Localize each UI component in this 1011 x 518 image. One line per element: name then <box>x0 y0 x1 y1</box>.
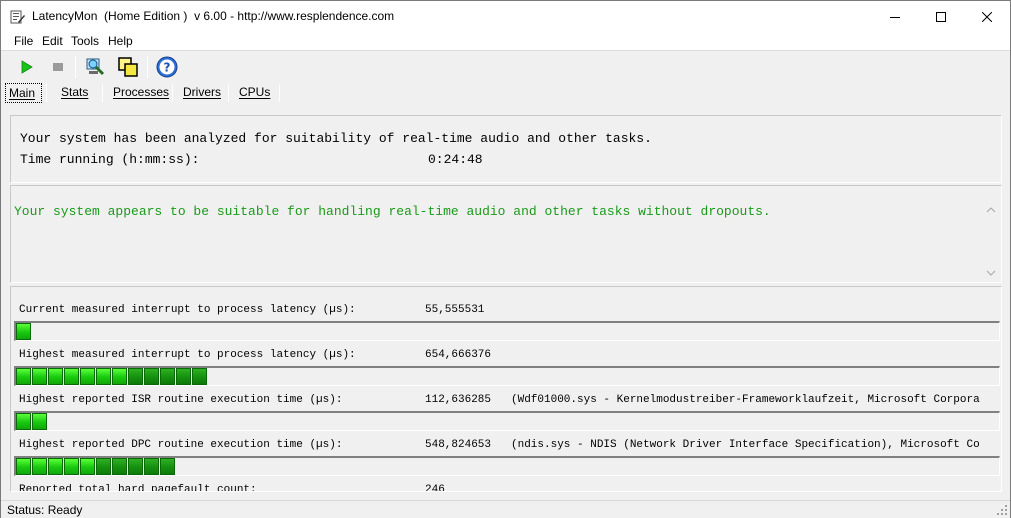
bar-fill <box>16 323 32 340</box>
stop-icon <box>53 63 63 71</box>
status-text: Status: Ready <box>7 503 83 517</box>
time-running-value: 0:24:48 <box>428 152 483 167</box>
bar-segment <box>16 458 31 475</box>
bar-segment <box>64 368 79 385</box>
verdict-text: Your system appears to be suitable for h… <box>14 204 771 219</box>
close-button[interactable] <box>964 1 1010 32</box>
close-icon <box>982 11 992 22</box>
metric-value: 654,666376 <box>425 349 492 361</box>
menu-help[interactable]: Help <box>108 34 133 48</box>
scroll-down-icon[interactable] <box>986 268 996 278</box>
summary-line: Your system has been analyzed for suitab… <box>20 131 652 146</box>
stop-button[interactable] <box>46 55 70 79</box>
resize-grip-icon[interactable] <box>996 504 1008 516</box>
metric-label: Current measured interrupt to process la… <box>19 304 356 316</box>
help-icon: ? <box>156 56 178 78</box>
bar-segment <box>32 413 47 430</box>
tab-stats[interactable]: Stats <box>61 83 88 103</box>
bar-segment <box>48 458 63 475</box>
metric-detail: (Wdf01000.sys - Kernelmodustreiber-Frame… <box>511 394 980 406</box>
isr-bar <box>14 411 1000 431</box>
metric-value: 548,824653 <box>425 439 492 451</box>
menu-tools[interactable]: Tools <box>71 34 99 48</box>
bar-segment <box>144 368 159 385</box>
bar-segment <box>112 368 127 385</box>
verdict-panel: Your system appears to be suitable for h… <box>10 185 1002 283</box>
bar-segment <box>160 368 175 385</box>
bar-segment <box>16 368 31 385</box>
bar-fill <box>16 368 208 385</box>
help-button[interactable]: ? <box>155 55 179 79</box>
bar-fill <box>16 458 176 475</box>
bar-segment <box>128 458 143 475</box>
bar-segment <box>32 458 47 475</box>
metrics-panel: Current measured interrupt to process la… <box>10 286 1002 492</box>
bar-segment <box>80 458 95 475</box>
latency-bar-current <box>14 321 1000 341</box>
tab-cpus[interactable]: CPUs <box>239 83 270 103</box>
status-bar: Status: Ready <box>1 500 1010 518</box>
play-icon <box>21 60 33 74</box>
analyze-button[interactable] <box>83 55 107 79</box>
toolbar: ? <box>1 52 1010 82</box>
tab-strip: Main Stats Processes Drivers CPUs <box>1 82 1010 104</box>
app-window: LatencyMon (Home Edition ) v 6.00 - http… <box>0 0 1011 518</box>
tab-drivers[interactable]: Drivers <box>183 83 221 103</box>
minimize-button[interactable] <box>872 1 918 32</box>
metric-value: 55,555531 <box>425 304 485 316</box>
menu-file[interactable]: File <box>14 34 33 48</box>
latency-bar-highest <box>14 366 1000 386</box>
bar-segment <box>176 368 191 385</box>
maximize-button[interactable] <box>918 1 964 32</box>
window-title: LatencyMon (Home Edition ) v 6.00 - http… <box>32 9 395 23</box>
bar-segment <box>48 368 63 385</box>
analyze-icon <box>86 58 105 76</box>
dpc-bar <box>14 456 1000 476</box>
verdict-scrollbar[interactable] <box>983 187 1000 281</box>
metric-label: Highest measured interrupt to process la… <box>19 349 356 361</box>
start-button[interactable] <box>15 55 39 79</box>
windows-button[interactable] <box>116 55 140 79</box>
bar-segment <box>96 458 111 475</box>
bar-segment <box>144 458 159 475</box>
bar-segment <box>16 413 31 430</box>
windows-icon <box>118 57 138 77</box>
bar-segment <box>64 458 79 475</box>
tab-processes[interactable]: Processes <box>113 83 169 103</box>
time-running-label: Time running (h:mm:ss): <box>20 152 200 167</box>
title-bar[interactable]: LatencyMon (Home Edition ) v 6.00 - http… <box>1 1 1010 32</box>
metric-value: 112,636285 <box>425 394 492 406</box>
bar-segment <box>160 458 175 475</box>
minimize-icon <box>890 16 900 18</box>
bar-segment <box>192 368 207 385</box>
svg-text:?: ? <box>164 61 171 75</box>
tab-main[interactable]: Main <box>5 83 42 103</box>
menu-edit[interactable]: Edit <box>42 34 63 48</box>
maximize-icon <box>936 11 946 22</box>
bar-segment <box>112 458 127 475</box>
metric-label: Reported total hard pagefault count: <box>19 484 257 492</box>
metric-label: Highest reported ISR routine execution t… <box>19 394 343 406</box>
summary-panel: Your system has been analyzed for suitab… <box>10 115 1002 183</box>
bar-segment <box>128 368 143 385</box>
scroll-up-icon[interactable] <box>986 205 996 215</box>
app-icon <box>10 10 25 24</box>
metric-value: 246 <box>425 484 445 492</box>
bar-segment <box>16 323 31 340</box>
metric-label: Highest reported DPC routine execution t… <box>19 439 343 451</box>
bar-segment <box>96 368 111 385</box>
bar-fill <box>16 413 48 430</box>
metric-detail: (ndis.sys - NDIS (Network Driver Interfa… <box>511 439 980 451</box>
bar-segment <box>32 368 47 385</box>
menu-bar: File Edit Tools Help <box>1 32 1010 51</box>
bar-segment <box>80 368 95 385</box>
